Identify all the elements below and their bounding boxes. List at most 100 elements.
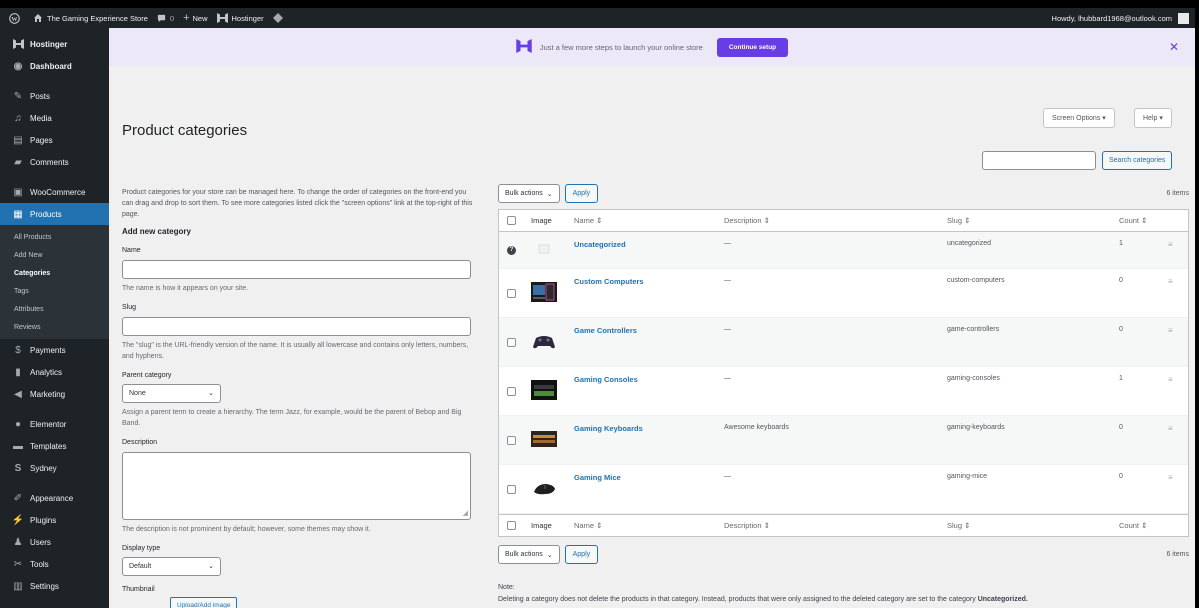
new-content-link[interactable]: + New [183, 12, 207, 24]
category-name-link[interactable]: Gaming Keyboards [574, 424, 643, 433]
sidebar-item-label: WooCommerce [30, 187, 86, 197]
sidebar-item-hostinger[interactable]: Hostinger [0, 33, 109, 55]
sidebar-item-appearance[interactable]: ✐ Appearance [0, 487, 109, 509]
select-all-checkbox[interactable] [507, 521, 516, 530]
category-thumbnail [531, 428, 557, 452]
help-button[interactable]: Help ▾ [1134, 108, 1172, 128]
sidebar-item-templates[interactable]: ▬ Templates [0, 435, 109, 457]
drag-handle-icon[interactable]: ≡ [1168, 473, 1173, 482]
chevron-down-icon: ⌄ [208, 390, 214, 397]
sidebar-item-label: Pages [30, 135, 53, 145]
appearance-icon: ✐ [13, 492, 23, 504]
drag-handle-icon[interactable]: ≡ [1168, 277, 1173, 286]
bulk-actions-select[interactable]: Bulk actions ⌄ [498, 184, 560, 203]
sidebar-item-posts[interactable]: ✎ Posts [0, 85, 109, 107]
submenu-categories[interactable]: Categories [0, 265, 109, 283]
search-categories-button[interactable]: Search categories [1102, 151, 1173, 170]
category-name-link[interactable]: Gaming Mice [574, 473, 621, 482]
display-type-select[interactable]: Default ⌄ [122, 557, 221, 576]
row-checkbox[interactable] [507, 288, 516, 298]
table-header: Image Name ⇕ Description ⇕ Slug ⇕ Count … [499, 210, 1188, 232]
account-menu[interactable]: Howdy, lhubbard1968@outlook.com [1052, 12, 1189, 24]
hostinger-logo-icon [516, 39, 532, 55]
row-checkbox[interactable] [507, 337, 516, 347]
sidebar-item-payments[interactable]: $ Payments [0, 339, 109, 361]
hostinger-link[interactable]: Hostinger [216, 13, 264, 23]
drag-handle-icon[interactable]: ≡ [1168, 424, 1173, 433]
name-field[interactable] [122, 260, 471, 279]
row-checkbox[interactable] [507, 386, 516, 396]
wordpress-logo-icon[interactable]: W [9, 12, 24, 24]
row-checkbox[interactable] [507, 484, 516, 494]
comment-icon: ▰ [14, 156, 22, 168]
category-name-link[interactable]: Uncategorized [574, 240, 626, 249]
sidebar-item-pages[interactable]: ▤ Pages [0, 129, 109, 151]
delete-note: Note: Deleting a category does not delet… [498, 582, 1028, 606]
form-heading: Add new category [122, 227, 191, 236]
submenu-add-new[interactable]: Add New [0, 247, 109, 265]
close-icon[interactable]: ✕ [1169, 40, 1179, 54]
column-count[interactable]: Count ⇕ [1119, 216, 1147, 225]
description-textarea[interactable]: ◢ [122, 452, 471, 520]
search-input[interactable] [982, 151, 1096, 170]
sidebar-item-comments[interactable]: ▰ Comments [0, 151, 109, 173]
hostinger-label: Hostinger [231, 13, 264, 23]
column-slug[interactable]: Slug ⇕ [947, 216, 970, 225]
sidebar-item-users[interactable]: ♟ Users [0, 531, 109, 553]
column-count-label: Count [1119, 521, 1140, 530]
submenu-reviews[interactable]: Reviews [0, 319, 109, 337]
bulk-actions-select[interactable]: Bulk actions ⌄ [498, 545, 560, 564]
upload-image-button[interactable]: Upload/Add image [170, 597, 238, 608]
submenu-all-products[interactable]: All Products [0, 229, 109, 247]
submenu-tags[interactable]: Tags [0, 283, 109, 301]
resize-handle-icon[interactable]: ◢ [463, 508, 468, 519]
categories-table-section: Bulk actions ⌄ Apply 6 items Image Name ⇕… [498, 184, 1189, 564]
admin-bar: W The Gaming Experience Store 0 + New Ho… [0, 8, 1195, 28]
row-checkbox[interactable] [507, 435, 516, 445]
column-description[interactable]: Description ⇕ [724, 216, 770, 225]
templates-icon: ▬ [13, 440, 23, 452]
column-name[interactable]: Name ⇕ [574, 521, 602, 530]
apply-button[interactable]: Apply [564, 545, 599, 564]
screen-options-button[interactable]: Screen Options ▾ [1043, 108, 1115, 128]
drag-handle-icon[interactable]: ≡ [1168, 240, 1173, 249]
category-name-link[interactable]: Gaming Consoles [574, 375, 638, 384]
sidebar-item-media[interactable]: ♫ Media [0, 107, 109, 129]
plus-icon: + [183, 12, 190, 24]
column-name[interactable]: Name ⇕ [574, 216, 602, 225]
column-slug[interactable]: Slug ⇕ [947, 521, 970, 530]
column-description[interactable]: Description ⇕ [724, 521, 770, 530]
sidebar-item-settings[interactable]: ▥ Settings [0, 575, 109, 597]
category-description: — [724, 375, 731, 382]
continue-setup-button[interactable]: Continue setup [716, 37, 789, 57]
sidebar-item-plugins[interactable]: ⚡ Plugins [0, 509, 109, 531]
category-name-link[interactable]: Custom Computers [574, 277, 644, 286]
sidebar-item-woocommerce[interactable]: ▣ WooCommerce [0, 181, 109, 203]
diamond-icon[interactable] [272, 13, 287, 23]
settings-icon: ▥ [13, 580, 23, 592]
sidebar-item-marketing[interactable]: ◀ Marketing [0, 383, 109, 405]
category-description: — [724, 326, 731, 333]
column-count[interactable]: Count ⇕ [1119, 521, 1147, 530]
sidebar-item-products[interactable]: ▦ Products [0, 203, 109, 225]
select-all-checkbox[interactable] [507, 216, 516, 225]
drag-handle-icon[interactable]: ≡ [1168, 375, 1173, 384]
sidebar-item-elementor[interactable]: ● Elementor [0, 413, 109, 435]
help-icon[interactable]: ? [507, 245, 516, 255]
parent-category-select[interactable]: None ⌄ [122, 384, 221, 403]
sidebar-item-dashboard[interactable]: ◉ Dashboard [0, 55, 109, 77]
comments-link[interactable]: 0 [157, 14, 174, 23]
category-name-link[interactable]: Game Controllers [574, 326, 637, 335]
sidebar-item-sydney[interactable]: S Sydney [0, 457, 109, 479]
site-name-link[interactable]: The Gaming Experience Store [33, 13, 148, 23]
submenu-attributes[interactable]: Attributes [0, 301, 109, 319]
sidebar-item-tools[interactable]: ✂ Tools [0, 553, 109, 575]
column-image: Image [531, 216, 552, 225]
sidebar-item-analytics[interactable]: ▮ Analytics [0, 361, 109, 383]
drag-handle-icon[interactable]: ≡ [1168, 326, 1173, 335]
form-intro: Product categories for your store can be… [122, 189, 473, 218]
slug-field[interactable] [122, 317, 471, 336]
table-row: Gaming Keyboards Awesome keyboards gamin… [499, 416, 1188, 465]
category-thumbnail [531, 330, 557, 354]
apply-button[interactable]: Apply [564, 184, 599, 203]
